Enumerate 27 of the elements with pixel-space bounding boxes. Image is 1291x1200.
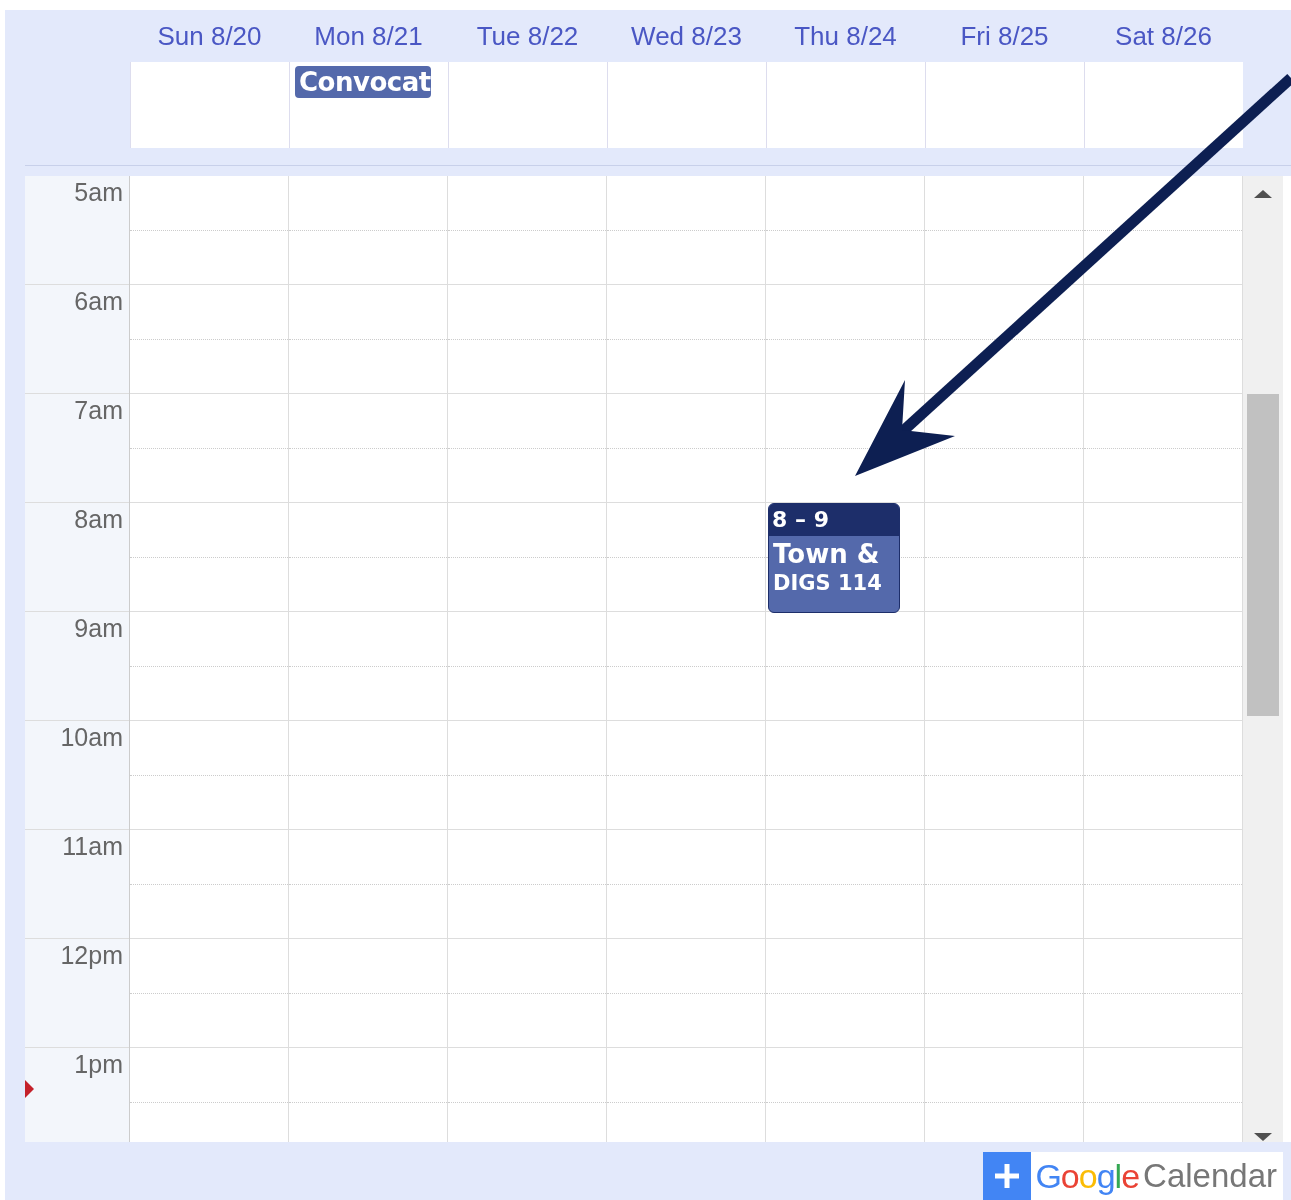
scrollbar[interactable]: [1243, 175, 1283, 1142]
hour-label: 7am: [74, 395, 123, 425]
calendar-event[interactable]: 8 – 9 Town & DIGS 114: [768, 502, 900, 613]
day-header[interactable]: Wed 8/23: [607, 10, 766, 62]
hour-label: 1pm: [74, 1049, 123, 1079]
hour-label: 8am: [74, 504, 123, 534]
plus-icon: [983, 1152, 1032, 1200]
hour-label: 11am: [62, 831, 123, 861]
day-header[interactable]: Thu 8/24: [766, 10, 925, 62]
event-time: 8 – 9: [769, 503, 899, 536]
scroll-up-icon[interactable]: [1254, 189, 1272, 198]
day-header[interactable]: Sun 8/20: [130, 10, 289, 62]
all-day-event[interactable]: Convocat: [295, 66, 431, 98]
scroll-thumb[interactable]: [1247, 393, 1279, 716]
hour-label: 6am: [74, 286, 123, 316]
google-calendar-logo[interactable]: GoogleCalendar: [983, 1152, 1283, 1200]
day-header[interactable]: Tue 8/22: [448, 10, 607, 62]
day-header[interactable]: Sat 8/26: [1084, 10, 1243, 62]
event-location: DIGS 114: [772, 569, 883, 595]
hour-label: 12pm: [60, 940, 123, 970]
day-header[interactable]: Fri 8/25: [925, 10, 1084, 62]
scroll-down-icon[interactable]: [1254, 1132, 1272, 1141]
day-header[interactable]: Mon 8/21: [289, 10, 448, 62]
hour-label: 9am: [74, 613, 123, 643]
hour-label: 5am: [74, 177, 123, 207]
event-title: Town &: [772, 537, 881, 569]
hour-label: 10am: [60, 722, 123, 752]
